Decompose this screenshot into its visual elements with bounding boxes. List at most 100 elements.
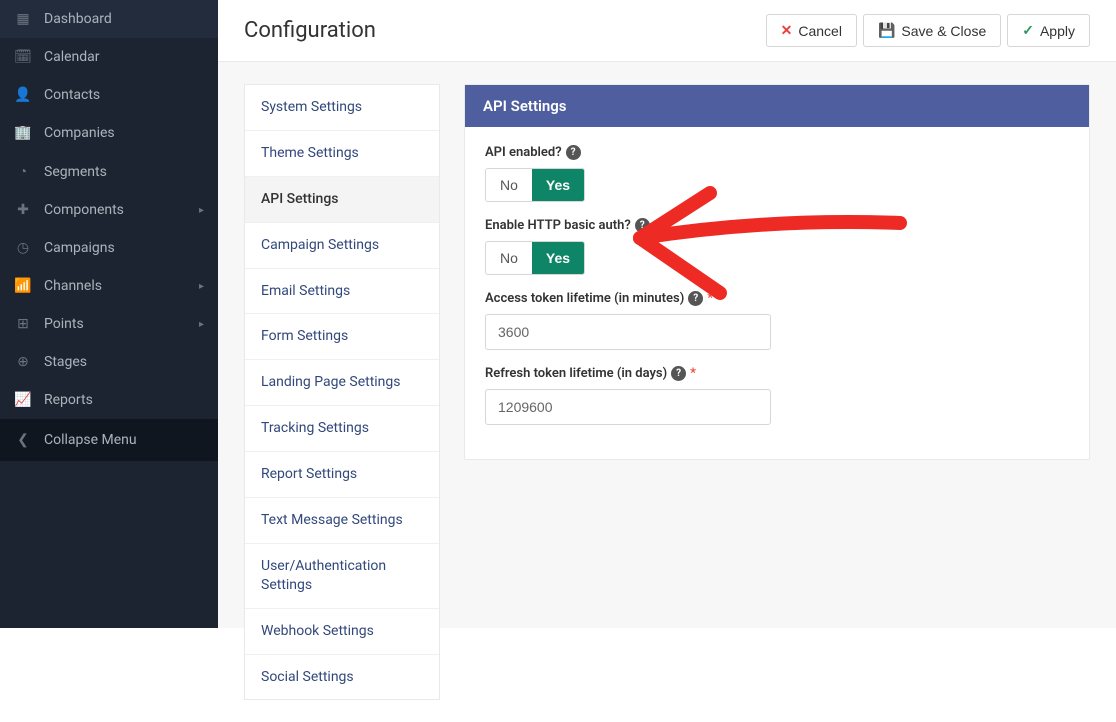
settings-nav-text[interactable]: Text Message Settings — [245, 498, 439, 544]
sidebar-item-label: Contacts — [44, 87, 100, 103]
sidebar-item-points[interactable]: ⊞ Points ▸ — [0, 305, 218, 343]
help-icon[interactable]: ? — [566, 145, 581, 160]
settings-nav-landing[interactable]: Landing Page Settings — [245, 360, 439, 406]
clock-icon: ◷ — [14, 240, 32, 256]
settings-nav-label: API Settings — [261, 191, 338, 207]
sidebar-item-campaigns[interactable]: ◷ Campaigns — [0, 229, 218, 267]
topbar: Configuration ✕ Cancel 💾 Save & Close ✓ … — [218, 0, 1116, 62]
api-enabled-toggle: No Yes — [485, 168, 585, 202]
help-icon[interactable]: ? — [635, 218, 650, 233]
page-title: Configuration — [244, 18, 376, 43]
access-token-label: Access token lifetime (in minutes) — [485, 291, 684, 306]
access-token-input[interactable] — [485, 314, 771, 350]
settings-nav-campaign[interactable]: Campaign Settings — [245, 223, 439, 269]
chevron-right-icon: ▸ — [199, 205, 204, 216]
http-basic-toggle: No Yes — [485, 241, 585, 275]
help-icon[interactable]: ? — [671, 366, 686, 381]
settings-nav-email[interactable]: Email Settings — [245, 269, 439, 315]
collapse-menu-button[interactable]: ❮ Collapse Menu — [0, 419, 218, 461]
sidebar-item-label: Dashboard — [44, 11, 112, 27]
settings-nav-label: Form Settings — [261, 328, 348, 344]
help-icon[interactable]: ? — [688, 291, 703, 306]
settings-nav-label: Social Settings — [261, 669, 354, 685]
settings-nav-label: Tracking Settings — [261, 420, 369, 436]
settings-nav-label: User/Authentication Settings — [261, 558, 386, 593]
sidebar-item-label: Components — [44, 202, 124, 218]
pie-icon: ◔ — [14, 163, 32, 180]
http-basic-yes[interactable]: Yes — [532, 242, 584, 274]
settings-nav-label: Email Settings — [261, 283, 350, 299]
check-icon: ✓ — [1022, 22, 1034, 39]
chevron-left-icon: ❮ — [14, 432, 32, 448]
sidebar-item-label: Calendar — [44, 49, 100, 65]
settings-nav-label: Campaign Settings — [261, 237, 379, 253]
close-icon: ✕ — [781, 22, 793, 39]
api-enabled-yes[interactable]: Yes — [532, 169, 584, 201]
settings-nav-form[interactable]: Form Settings — [245, 314, 439, 360]
sidebar-item-label: Companies — [44, 125, 115, 141]
sidebar-item-label: Channels — [44, 278, 102, 294]
api-enabled-label: API enabled? — [485, 145, 562, 160]
sidebar-item-label: Stages — [44, 354, 87, 370]
api-settings-panel: API Settings API enabled? ? No Yes — [464, 84, 1090, 460]
settings-nav-label: Webhook Settings — [261, 623, 374, 639]
required-marker: * — [690, 366, 696, 381]
settings-nav-report[interactable]: Report Settings — [245, 452, 439, 498]
sidebar-item-reports[interactable]: 📈 Reports — [0, 381, 218, 419]
sidebar-item-label: Segments — [44, 164, 107, 180]
chart-icon: 📈 — [14, 392, 32, 408]
http-basic-no[interactable]: No — [486, 242, 532, 274]
save-icon: 💾 — [878, 22, 895, 39]
cancel-button[interactable]: ✕ Cancel — [766, 14, 857, 47]
settings-nav-label: Report Settings — [261, 466, 357, 482]
settings-nav-social[interactable]: Social Settings — [245, 655, 439, 700]
sidebar-item-label: Reports — [44, 392, 93, 408]
required-marker: * — [707, 291, 713, 306]
sidebar-item-contacts[interactable]: 👤 Contacts — [0, 76, 218, 114]
panel-title: API Settings — [465, 85, 1089, 127]
field-access-token: Access token lifetime (in minutes) ? * — [485, 291, 1069, 350]
settings-nav-tracking[interactable]: Tracking Settings — [245, 406, 439, 452]
settings-nav-label: Landing Page Settings — [261, 374, 401, 390]
building-icon: 🏢 — [14, 125, 32, 141]
settings-nav: System Settings Theme Settings API Setti… — [244, 84, 440, 700]
collapse-menu-label: Collapse Menu — [44, 432, 137, 448]
calendar-icon: 🗓 — [14, 49, 32, 65]
grid-icon: ▦ — [14, 11, 32, 27]
action-buttons: ✕ Cancel 💾 Save & Close ✓ Apply — [766, 14, 1090, 47]
sidebar-item-dashboard[interactable]: ▦ Dashboard — [0, 0, 218, 38]
http-basic-label: Enable HTTP basic auth? — [485, 218, 631, 233]
gauge-icon: ⊕ — [14, 354, 32, 370]
settings-nav-system[interactable]: System Settings — [245, 85, 439, 131]
main-content: Configuration ✕ Cancel 💾 Save & Close ✓ … — [218, 0, 1116, 628]
settings-nav-webhook[interactable]: Webhook Settings — [245, 609, 439, 655]
apply-button[interactable]: ✓ Apply — [1007, 14, 1090, 47]
save-close-button[interactable]: 💾 Save & Close — [863, 14, 1001, 47]
field-http-basic: Enable HTTP basic auth? ? No Yes — [485, 218, 1069, 275]
sidebar-item-components[interactable]: ✚ Components ▸ — [0, 191, 218, 229]
refresh-token-input[interactable] — [485, 389, 771, 425]
calculator-icon: ⊞ — [14, 316, 32, 332]
apply-label: Apply — [1040, 23, 1075, 39]
cancel-label: Cancel — [798, 23, 842, 39]
save-close-label: Save & Close — [901, 23, 986, 39]
settings-nav-label: System Settings — [261, 99, 362, 115]
sidebar-item-companies[interactable]: 🏢 Companies — [0, 114, 218, 152]
field-api-enabled: API enabled? ? No Yes — [485, 145, 1069, 202]
settings-nav-user-auth[interactable]: User/Authentication Settings — [245, 544, 439, 609]
settings-nav-theme[interactable]: Theme Settings — [245, 131, 439, 177]
main-sidebar: ▦ Dashboard 🗓 Calendar 👤 Contacts 🏢 Comp… — [0, 0, 218, 628]
plugin-icon: ✚ — [14, 202, 32, 218]
settings-nav-api[interactable]: API Settings — [245, 177, 439, 223]
chevron-right-icon: ▸ — [199, 319, 204, 330]
sidebar-item-channels[interactable]: 📶 Channels ▸ — [0, 267, 218, 305]
settings-nav-label: Theme Settings — [261, 145, 359, 161]
sidebar-item-calendar[interactable]: 🗓 Calendar — [0, 38, 218, 76]
chevron-right-icon: ▸ — [199, 281, 204, 292]
sidebar-item-segments[interactable]: ◔ Segments — [0, 152, 218, 191]
sidebar-item-stages[interactable]: ⊕ Stages — [0, 343, 218, 381]
sidebar-item-label: Points — [44, 316, 84, 332]
sidebar-item-label: Campaigns — [44, 240, 115, 256]
settings-nav-label: Text Message Settings — [261, 512, 403, 528]
api-enabled-no[interactable]: No — [486, 169, 532, 201]
